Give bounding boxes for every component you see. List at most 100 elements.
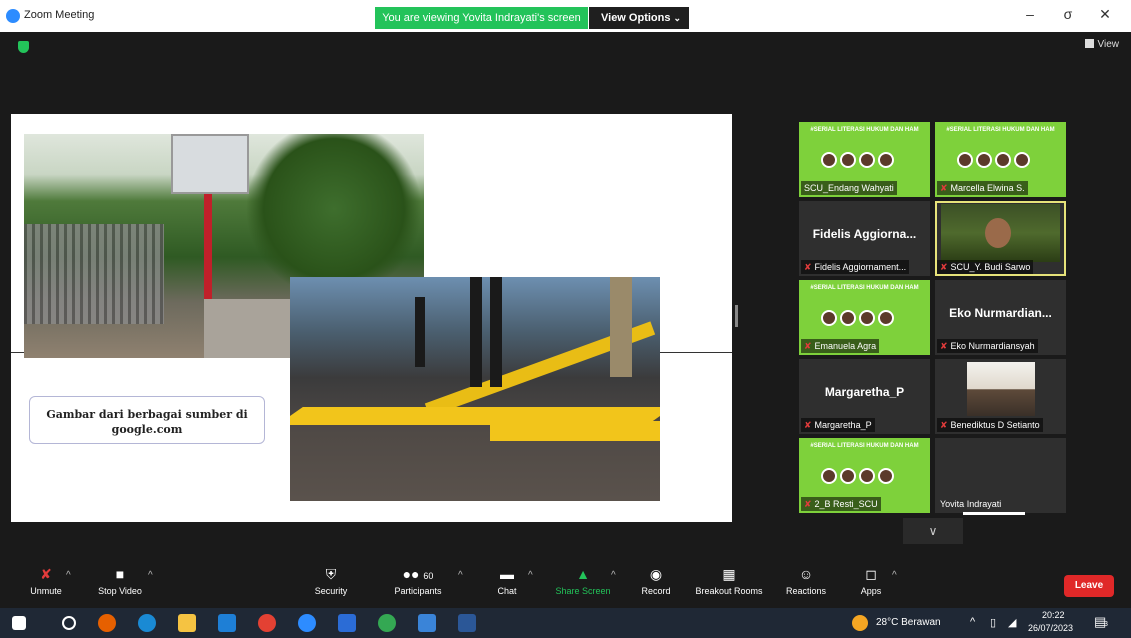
maximize-button[interactable]: σ — [1053, 6, 1083, 22]
resize-handle[interactable] — [735, 305, 738, 327]
mic-muted-icon: ✘ — [940, 420, 948, 430]
reactions-icon: ☺ — [798, 566, 814, 582]
mic-muted-icon: ✘ — [940, 262, 948, 272]
participant-name: ✘ Margaretha_P — [801, 418, 875, 432]
view-label: View — [1097, 39, 1120, 50]
shield-icon: ⛨ — [325, 566, 337, 582]
participant-name: ✘ SCU_Y. Budi Sarwo — [937, 260, 1034, 274]
participant-tile[interactable]: #SERIAL LITERASI HUKUM DAN HAM ✘ 2_B Rest… — [799, 438, 930, 513]
windows-taskbar: 28°C Berawan ^ ▯ ◢ 20:22 26/07/2023 ▤ 3 — [0, 608, 1131, 638]
poster-heading: #SERIAL LITERASI HUKUM DAN HAM — [810, 285, 919, 291]
mic-muted-icon: ✘ — [804, 420, 812, 430]
apps-button[interactable]: ◻ Apps — [858, 566, 884, 596]
photos-icon[interactable] — [418, 614, 436, 632]
share-screen-button[interactable]: ▲ Share Screen — [552, 566, 614, 596]
mic-muted-icon: ✘ — [804, 341, 812, 351]
audio-options-caret[interactable]: ^ — [66, 570, 71, 581]
participant-name: ✘ Benediktus D Setianto — [937, 418, 1043, 432]
participant-tile[interactable]: Fidelis Aggiorna... ✘ Fidelis Aggiornamen… — [799, 201, 930, 276]
reactions-button[interactable]: ☺ Reactions — [784, 566, 828, 596]
participants-button[interactable]: ●● 60 Participants — [388, 566, 448, 596]
store-icon[interactable] — [338, 614, 356, 632]
zoom-taskbar-icon[interactable] — [298, 614, 316, 632]
view-button[interactable]: View — [1084, 39, 1120, 50]
leave-button[interactable]: Leave — [1064, 575, 1114, 597]
record-button[interactable]: ◉ Record — [638, 566, 674, 596]
mic-muted-icon: ✘ — [40, 566, 52, 582]
chrome-icon-2[interactable] — [378, 614, 396, 632]
edge-icon[interactable] — [138, 614, 156, 632]
participant-tile[interactable]: Eko Nurmardian... ✘ Eko Nurmardiansyah — [935, 280, 1066, 355]
grid-icon — [1084, 39, 1094, 48]
participant-tile-active-speaker[interactable]: ✘ SCU_Y. Budi Sarwo — [935, 201, 1066, 276]
security-button[interactable]: ⛨ Security — [310, 566, 352, 596]
stop-video-button[interactable]: ■ Stop Video — [92, 566, 148, 596]
security-shield-icon[interactable] — [18, 41, 29, 53]
clock-time[interactable]: 20:22 — [1042, 610, 1065, 620]
weather-icon[interactable] — [852, 615, 868, 631]
participant-tile[interactable]: #SERIAL LITERASI HUKUM DAN HAM ✘ Emanuela… — [799, 280, 930, 355]
participants-options-caret[interactable]: ^ — [458, 570, 463, 581]
participant-name: SCU_Endang Wahyati — [801, 181, 897, 195]
search-icon[interactable] — [62, 616, 76, 630]
mic-muted-icon: ✘ — [804, 262, 812, 272]
zoom-logo-icon — [6, 9, 20, 23]
participant-video — [941, 204, 1060, 262]
participant-video — [967, 362, 1035, 416]
video-options-caret[interactable]: ^ — [148, 570, 153, 581]
participant-tile[interactable]: #SERIAL LITERASI HUKUM DAN HAM ✘ Marcella… — [935, 122, 1066, 197]
chat-button[interactable]: ▬ Chat — [494, 566, 520, 596]
participant-tile[interactable]: Yovita Indrayati — [935, 438, 1066, 513]
participants-icon: ●● 60 — [402, 566, 434, 582]
slide-caption: Gambar dari berbagai sumber di google.co… — [29, 396, 265, 444]
mic-muted-icon: ✘ — [804, 499, 812, 509]
view-options-button[interactable]: View Options ⌄ — [589, 7, 689, 29]
participant-tile[interactable]: #SERIAL LITERASI HUKUM DAN HAM SCU_Endan… — [799, 122, 930, 197]
minimize-button[interactable]: – — [1015, 6, 1045, 22]
participant-name: ✘ Fidelis Aggiornament... — [801, 260, 910, 274]
chat-icon: ▬ — [500, 566, 514, 582]
gallery-scroll-down-button[interactable]: ∨ — [903, 518, 963, 544]
breakout-rooms-icon: ▦ — [722, 566, 736, 582]
mic-muted-icon: ✘ — [940, 183, 948, 193]
firefox-icon[interactable] — [98, 614, 116, 632]
shared-screen: Gambar dari berbagai sumber di google.co… — [11, 114, 732, 522]
file-explorer-icon[interactable] — [178, 614, 196, 632]
mail-icon[interactable] — [218, 614, 236, 632]
participants-count: 60 — [423, 571, 434, 581]
tray-chevron-icon[interactable]: ^ — [970, 616, 975, 628]
chrome-icon[interactable] — [258, 614, 276, 632]
breakout-rooms-button[interactable]: ▦ Breakout Rooms — [694, 566, 764, 596]
weather-text[interactable]: 28°C Berawan — [876, 617, 941, 628]
participant-name: ✘ Eko Nurmardiansyah — [937, 339, 1038, 353]
gallery-scroll-indicator — [963, 512, 1025, 515]
poster-heading: #SERIAL LITERASI HUKUM DAN HAM — [946, 127, 1055, 133]
participant-display-name: Fidelis Aggiorna... — [812, 227, 917, 241]
view-options-label: View Options — [601, 12, 671, 24]
participant-display-name: Margaretha_P — [824, 385, 905, 399]
participant-tile[interactable]: Margaretha_P ✘ Margaretha_P — [799, 359, 930, 434]
network-icon[interactable]: ▯ — [990, 616, 996, 629]
participant-name: ✘ Emanuela Agra — [801, 339, 880, 353]
participant-name: ✘ Marcella Elwina S. — [937, 181, 1028, 195]
meeting-toolbar: ✘ Unmute ^ ■ Stop Video ^ ⛨ Security ●● … — [0, 562, 1131, 608]
unmute-button[interactable]: ✘ Unmute — [28, 566, 64, 596]
title-bar: Zoom Meeting You are viewing Yovita Indr… — [0, 0, 1131, 32]
word-icon[interactable] — [458, 614, 476, 632]
clock-date[interactable]: 26/07/2023 — [1028, 623, 1073, 633]
share-options-caret[interactable]: ^ — [611, 570, 616, 581]
participant-name: ✘ 2_B Resti_SCU — [801, 497, 881, 511]
chat-options-caret[interactable]: ^ — [528, 570, 533, 581]
volume-icon[interactable]: ◢ — [1008, 616, 1016, 629]
mic-muted-icon: ✘ — [940, 341, 948, 351]
window-title: Zoom Meeting — [24, 9, 95, 21]
apps-icon: ◻ — [865, 566, 877, 582]
street-photo-2 — [290, 277, 660, 501]
participant-tile[interactable]: ✘ Benediktus D Setianto — [935, 359, 1066, 434]
close-button[interactable]: ✕ — [1090, 6, 1120, 23]
chevron-down-icon: ⌄ — [673, 13, 681, 23]
poster-heading: #SERIAL LITERASI HUKUM DAN HAM — [810, 127, 919, 133]
windows-start-icon[interactable] — [12, 616, 26, 630]
apps-options-caret[interactable]: ^ — [892, 570, 897, 581]
participant-name: Yovita Indrayati — [940, 499, 1002, 509]
